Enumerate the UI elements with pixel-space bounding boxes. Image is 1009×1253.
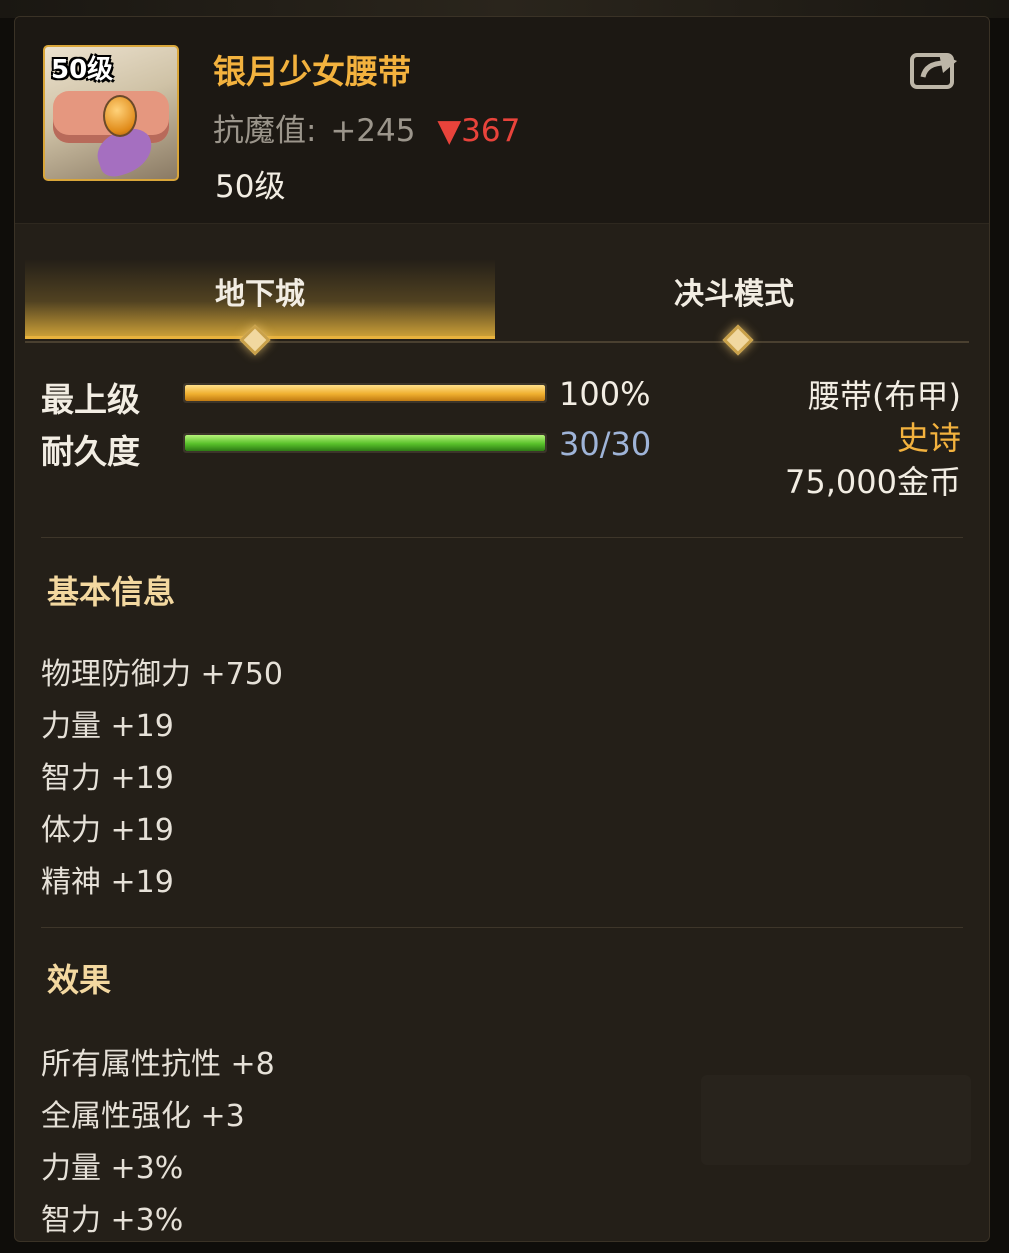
item-tooltip-panel: 50级 银月少女腰带 抗魔值: +245 ▼367 50级 地下城 决斗模式 最…: [14, 16, 990, 1242]
grade-label: 最上级: [41, 380, 140, 419]
item-name: 银月少女腰带: [213, 52, 411, 91]
basic-line: 体力 +19: [41, 813, 174, 848]
grade-value: 100%: [559, 375, 651, 413]
icon-level-label: 50级: [51, 55, 114, 85]
durability-value: 30/30: [559, 425, 652, 463]
divider: [41, 927, 963, 928]
durability-label: 耐久度: [41, 432, 140, 471]
mode-tabs: 地下城 决斗模式: [25, 259, 969, 343]
magic-resist-diff: ▼367: [437, 113, 521, 149]
divider: [41, 537, 963, 538]
effect-line: 智力 +3%: [41, 1203, 184, 1238]
share-export-icon[interactable]: [909, 47, 961, 91]
item-level: 50级: [215, 169, 286, 205]
basic-line: 精神 +19: [41, 865, 174, 900]
effects-title: 效果: [47, 961, 112, 999]
belt-item-icon: 50级: [43, 45, 179, 181]
durability-bar: [183, 433, 547, 453]
basic-line: 物理防御力 +750: [41, 657, 283, 692]
item-price: 75,000金币: [785, 463, 961, 501]
background-ghost-panel: [701, 1075, 971, 1165]
effect-line: 全属性强化 +3: [41, 1099, 245, 1134]
basic-info-title: 基本信息: [47, 573, 176, 611]
basic-line: 智力 +19: [41, 761, 174, 796]
effect-line: 所有属性抗性 +8: [41, 1047, 275, 1082]
magic-resist-label: 抗魔值:: [213, 113, 317, 149]
grade-bar: [183, 383, 547, 403]
magic-resist-value: +245: [330, 113, 416, 149]
durability-bar-fill: [185, 435, 545, 451]
tab-dungeon[interactable]: 地下城: [25, 259, 495, 339]
magic-resist-row: 抗魔值: +245 ▼367: [213, 105, 520, 150]
effect-line: 力量 +3%: [41, 1151, 184, 1186]
item-header: 50级 银月少女腰带 抗魔值: +245 ▼367 50级: [15, 17, 989, 224]
item-rarity: 史诗: [896, 419, 961, 457]
item-type: 腰带(布甲): [808, 377, 961, 415]
grade-bar-fill: [185, 385, 545, 401]
icon-gem-shape: [103, 95, 137, 137]
basic-line: 力量 +19: [41, 709, 174, 744]
